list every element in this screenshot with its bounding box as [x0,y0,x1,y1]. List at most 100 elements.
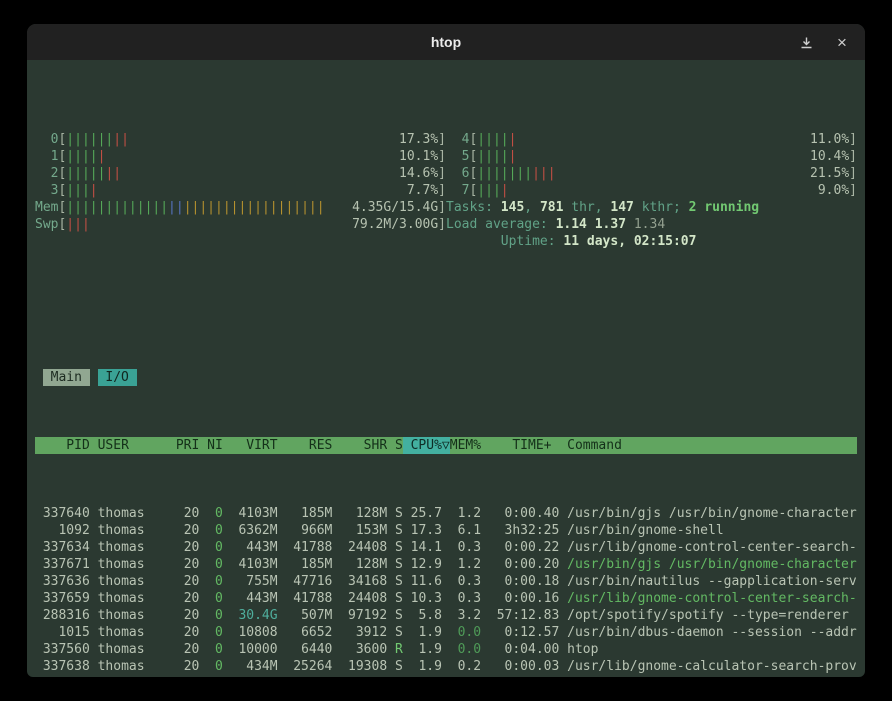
column-user[interactable]: USER [90,437,168,454]
cell-pid: 337634 [35,539,90,556]
column-shr[interactable]: SHR [332,437,387,454]
cell-s: S [387,556,403,573]
cell-virt: 6362M [223,675,278,677]
cell-cmd: /usr/bin/dbus-daemon --session --addr [559,624,857,641]
meter-value: 9.0% [818,182,849,199]
cell-mem: 0.0 [450,624,489,641]
cell-cmd: /usr/bin/nautilus --gapplication-serv [559,573,857,590]
process-list: 337640thomas2004103M185M128MS25.71.20:00… [35,505,857,677]
cell-ni: 0 [199,641,222,658]
cell-res: 507M [278,607,333,624]
cell-virt: 755M [223,573,278,590]
cell-cpu: 1.9 [403,658,450,675]
cell-pri: 20 [168,556,199,573]
cell-time: 0:00.16 [489,590,559,607]
meter-bar: |||||||||||||||||||||||||||||||||4.35G/1… [66,199,438,216]
process-row[interactable]: 337638thomas200434M2526419308S1.90.20:00… [35,658,857,675]
column-state[interactable]: S [387,437,403,454]
cell-cmd: /usr/bin/gjs /usr/bin/gnome-character [559,505,857,522]
cell-s: R [387,641,403,658]
cell-mem: 0.3 [450,573,489,590]
cell-pri: 20 [168,522,199,539]
cell-cmd: /usr/lib/gnome-control-center-search- [559,590,857,607]
meter-value: 79.2M/3.00G [352,216,438,233]
cell-res: 41788 [278,539,333,556]
cell-mem: 3.2 [450,607,489,624]
process-row[interactable]: 337634thomas200443M4178824408S14.10.30:0… [35,539,857,556]
download-icon[interactable] [797,33,815,51]
meter-label: 7 [446,182,469,199]
meter-value: 17.3% [399,131,438,148]
process-row[interactable]: 1147thomas2006362M966M153MS0.66.10:00.42… [35,675,857,677]
cell-mem: 0.2 [450,658,489,675]
cell-cpu: 14.1 [403,539,450,556]
meter-label: 0 [35,131,58,148]
cell-res: 185M [278,505,333,522]
cell-pri: 20 [168,624,199,641]
cell-cpu: 17.3 [403,522,450,539]
cell-pid: 337640 [35,505,90,522]
process-row[interactable]: 1015thomas2001080866523912S1.90.00:12.57… [35,624,857,641]
process-row[interactable]: 337636thomas200755M4771634168S11.60.30:0… [35,573,857,590]
cell-pid: 337671 [35,556,90,573]
tab-main[interactable]: Main [43,369,90,386]
titlebar[interactable]: htop × [27,24,865,60]
cell-cpu: 5.8 [403,607,450,624]
column-cpu-sort[interactable]: CPU%▽ [403,437,450,454]
meter-value: 11.0% [810,131,849,148]
cell-pid: 1092 [35,522,90,539]
load-average-line: Load average: 1.14 1.37 1.34 [446,216,857,233]
process-row[interactable]: 288316thomas20030.4G507M97192S5.83.257:1… [35,607,857,624]
column-command[interactable]: Command [559,437,857,454]
cell-user: thomas [90,624,168,641]
terminal-window: htop × 0[||||||||17.3%]1[|||||10.1%]2[||… [27,24,865,677]
cell-time: 3h32:25 [489,522,559,539]
cell-time: 0:00.03 [489,658,559,675]
cell-ni: 0 [199,590,222,607]
process-row[interactable]: 1092thomas2006362M966M153MS17.36.13h32:2… [35,522,857,539]
cell-cmd: /opt/spotify/spotify --type=renderer [559,607,857,624]
table-header: PID USER PRI NI VIRT RES SHR S CPU%▽ MEM… [35,437,857,454]
meter-value: 4.35G/15.4G [352,199,438,216]
column-pid[interactable]: PID [35,437,90,454]
meter-label: 6 [446,165,469,182]
uptime-line: Uptime: 11 days, 02:15:07 [446,233,857,250]
cell-shr: 34168 [332,573,387,590]
cell-s: S [387,522,403,539]
cell-virt: 10808 [223,624,278,641]
meter-label: 2 [35,165,58,182]
cell-shr: 3912 [332,624,387,641]
cell-shr: 24408 [332,590,387,607]
cell-cmd: htop [559,641,857,658]
meter-label: 4 [446,131,469,148]
process-row[interactable]: 337659thomas200443M4178824408S10.30.30:0… [35,590,857,607]
column-mem[interactable]: MEM% [450,437,489,454]
meter-bar: ||||9.0% [477,182,849,199]
meter-value: 14.6% [399,165,438,182]
meter-bar: ||||||||17.3% [66,131,438,148]
meter-1: 1[|||||10.1%] [35,148,446,165]
close-icon[interactable]: × [833,33,851,51]
column-time[interactable]: TIME+ [489,437,559,454]
column-res[interactable]: RES [278,437,333,454]
cell-pri: 20 [168,573,199,590]
cell-user: thomas [90,505,168,522]
cell-cmd: /usr/bin/gnome-shell [559,522,857,539]
column-pri[interactable]: PRI [168,437,199,454]
tab-io[interactable]: I/O [98,369,137,386]
meter-6: 6[||||||||||21.5%] [446,165,857,182]
process-row[interactable]: 337671thomas2004103M185M128MS12.91.20:00… [35,556,857,573]
column-virt[interactable]: VIRT [223,437,278,454]
meter-4: 4[|||||11.0%] [446,131,857,148]
meter-label: Swp [35,216,58,233]
process-row[interactable]: 337640thomas2004103M185M128MS25.71.20:00… [35,505,857,522]
meter-3: 3[||||7.7%] [35,182,446,199]
process-row[interactable]: 337560thomas2001000064403600R1.90.00:04.… [35,641,857,658]
cell-s: S [387,590,403,607]
meter-value: 7.7% [407,182,438,199]
cell-cpu: 11.6 [403,573,450,590]
cell-user: thomas [90,658,168,675]
column-ni[interactable]: NI [199,437,222,454]
meter-swp: Swp[|||79.2M/3.00G] [35,216,446,233]
cell-mem: 0.0 [450,641,489,658]
